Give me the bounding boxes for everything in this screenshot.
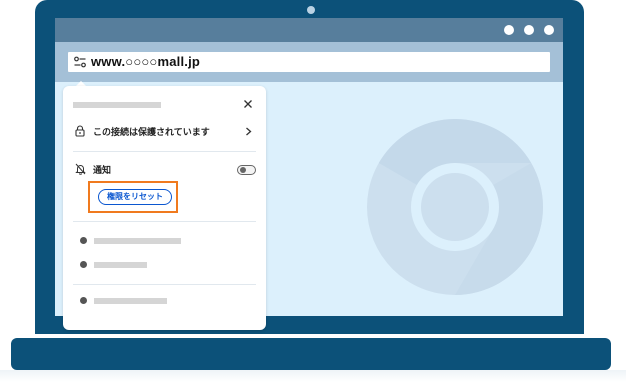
connection-label: この接続は保護されています [93, 127, 210, 137]
close-icon[interactable] [243, 99, 253, 109]
bullet-icon [80, 297, 87, 304]
highlight-box: 権限をリセット [88, 181, 178, 213]
site-name-placeholder [73, 102, 161, 108]
window-control-maximize[interactable] [524, 25, 534, 35]
divider [73, 284, 256, 285]
divider [73, 151, 256, 152]
webcam [307, 6, 315, 14]
window-control-minimize[interactable] [504, 25, 514, 35]
item-placeholder [94, 238, 181, 244]
notifications-label: 通知 [93, 165, 112, 175]
lock-icon [75, 125, 85, 137]
address-bar[interactable]: www.○○○○mall.jp [68, 52, 550, 72]
laptop-shadow [0, 370, 626, 382]
site-info-popup: この接続は保護されています 通知 権限をリセット [63, 86, 266, 330]
tune-icon[interactable] [73, 55, 87, 69]
bullet-icon [80, 261, 87, 268]
chevron-right-icon [246, 127, 252, 136]
divider [73, 221, 256, 222]
notifications-off-icon [75, 163, 86, 175]
notifications-toggle[interactable] [237, 165, 256, 175]
window-control-close[interactable] [544, 25, 554, 35]
url-text[interactable]: www.○○○○mall.jp [91, 54, 200, 70]
item-placeholder [94, 262, 147, 268]
laptop-base [11, 338, 611, 370]
chrome-logo [367, 119, 543, 295]
browser-toolbar: www.○○○○mall.jp [55, 42, 563, 82]
reset-permissions-button[interactable]: 権限をリセット [98, 189, 172, 205]
title-bar [55, 18, 563, 42]
bullet-icon [80, 237, 87, 244]
toggle-knob [240, 167, 246, 173]
item-placeholder [94, 298, 167, 304]
